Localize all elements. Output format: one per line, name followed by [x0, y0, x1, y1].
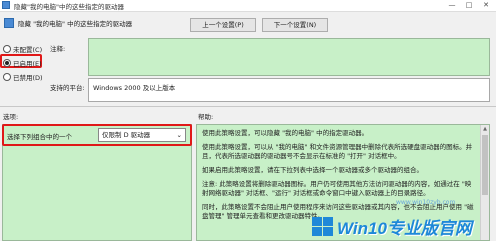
- help-paragraph: 注意: 此策略设置将删除驱动器图标。用户仍可使用其他方法访问驱动器的内容，如通过…: [202, 180, 472, 197]
- watermark-logo: Win10专业版官网: [312, 214, 472, 239]
- maximize-icon[interactable]: □: [461, 0, 477, 11]
- scroll-up-icon[interactable]: ▲: [482, 126, 488, 132]
- section-divider: [0, 106, 496, 107]
- radio-circle[interactable]: [3, 59, 11, 67]
- radio-circle[interactable]: [3, 73, 11, 81]
- help-paragraph: 使用此策略设置，可以从 "我的电脑" 和文件资源管理器中删除代表所选硬盘驱动器的…: [202, 143, 473, 160]
- close-icon[interactable]: ✕: [478, 0, 494, 11]
- policy-name: 隐藏 "我的电脑" 中的这些指定的驱动器: [18, 20, 133, 28]
- watermark-url: www.win10zyb.com: [396, 199, 456, 206]
- select-value: 仅限制 D 驱动器: [102, 131, 151, 139]
- title-bar: 隐藏"我的电脑"中的这些指定的驱动器 — □ ✕: [0, 0, 496, 12]
- supported-platforms-box: Windows 2000 及以上版本: [88, 78, 490, 102]
- help-label: 帮助:: [198, 113, 214, 121]
- watermark-brand: Win10专业版官网: [337, 219, 472, 238]
- help-scrollbar[interactable]: ▲: [480, 125, 489, 240]
- drive-restriction-select[interactable]: 仅限制 D 驱动器 ⌄: [98, 128, 186, 142]
- window-title: 隐藏"我的电脑"中的这些指定的驱动器: [14, 3, 124, 11]
- supported-value: Windows 2000 及以上版本: [93, 84, 176, 92]
- policy-icon: [2, 1, 10, 9]
- minimize-icon[interactable]: —: [444, 0, 460, 11]
- combo-label: 选择下列组合中的一个: [7, 133, 72, 141]
- radio-disabled[interactable]: 已禁用(D): [3, 72, 43, 82]
- radio-label: 未配置(C): [13, 46, 43, 54]
- prev-setting-button[interactable]: 上一个设置(P): [190, 18, 256, 32]
- policy-header: 隐藏 "我的电脑" 中的这些指定的驱动器: [4, 16, 132, 30]
- chevron-down-icon: ⌄: [176, 131, 182, 139]
- radio-enabled[interactable]: 已启用(E): [3, 58, 42, 68]
- radio-label: 已启用(E): [13, 60, 42, 68]
- setting-icon: [4, 18, 14, 28]
- radio-not-configured[interactable]: 未配置(C): [3, 44, 42, 54]
- options-label: 选项:: [3, 113, 19, 121]
- supported-label: 支持的平台:: [50, 84, 85, 92]
- scroll-thumb[interactable]: [482, 135, 488, 195]
- radio-circle[interactable]: [3, 45, 11, 53]
- comment-label: 注释:: [50, 45, 66, 53]
- comment-textarea[interactable]: [88, 38, 490, 76]
- radio-label: 已禁用(D): [13, 74, 43, 82]
- help-paragraph: 如果启用此策略设置，请在下拉列表中选择一个驱动器或多个驱动器的组合。: [202, 166, 423, 174]
- next-setting-button[interactable]: 下一个设置(N): [262, 18, 328, 32]
- windows-logo-icon: [312, 216, 334, 237]
- help-paragraph: 使用此策略设置，可以隐藏 "我的电脑" 中的指定驱动器。: [202, 129, 369, 137]
